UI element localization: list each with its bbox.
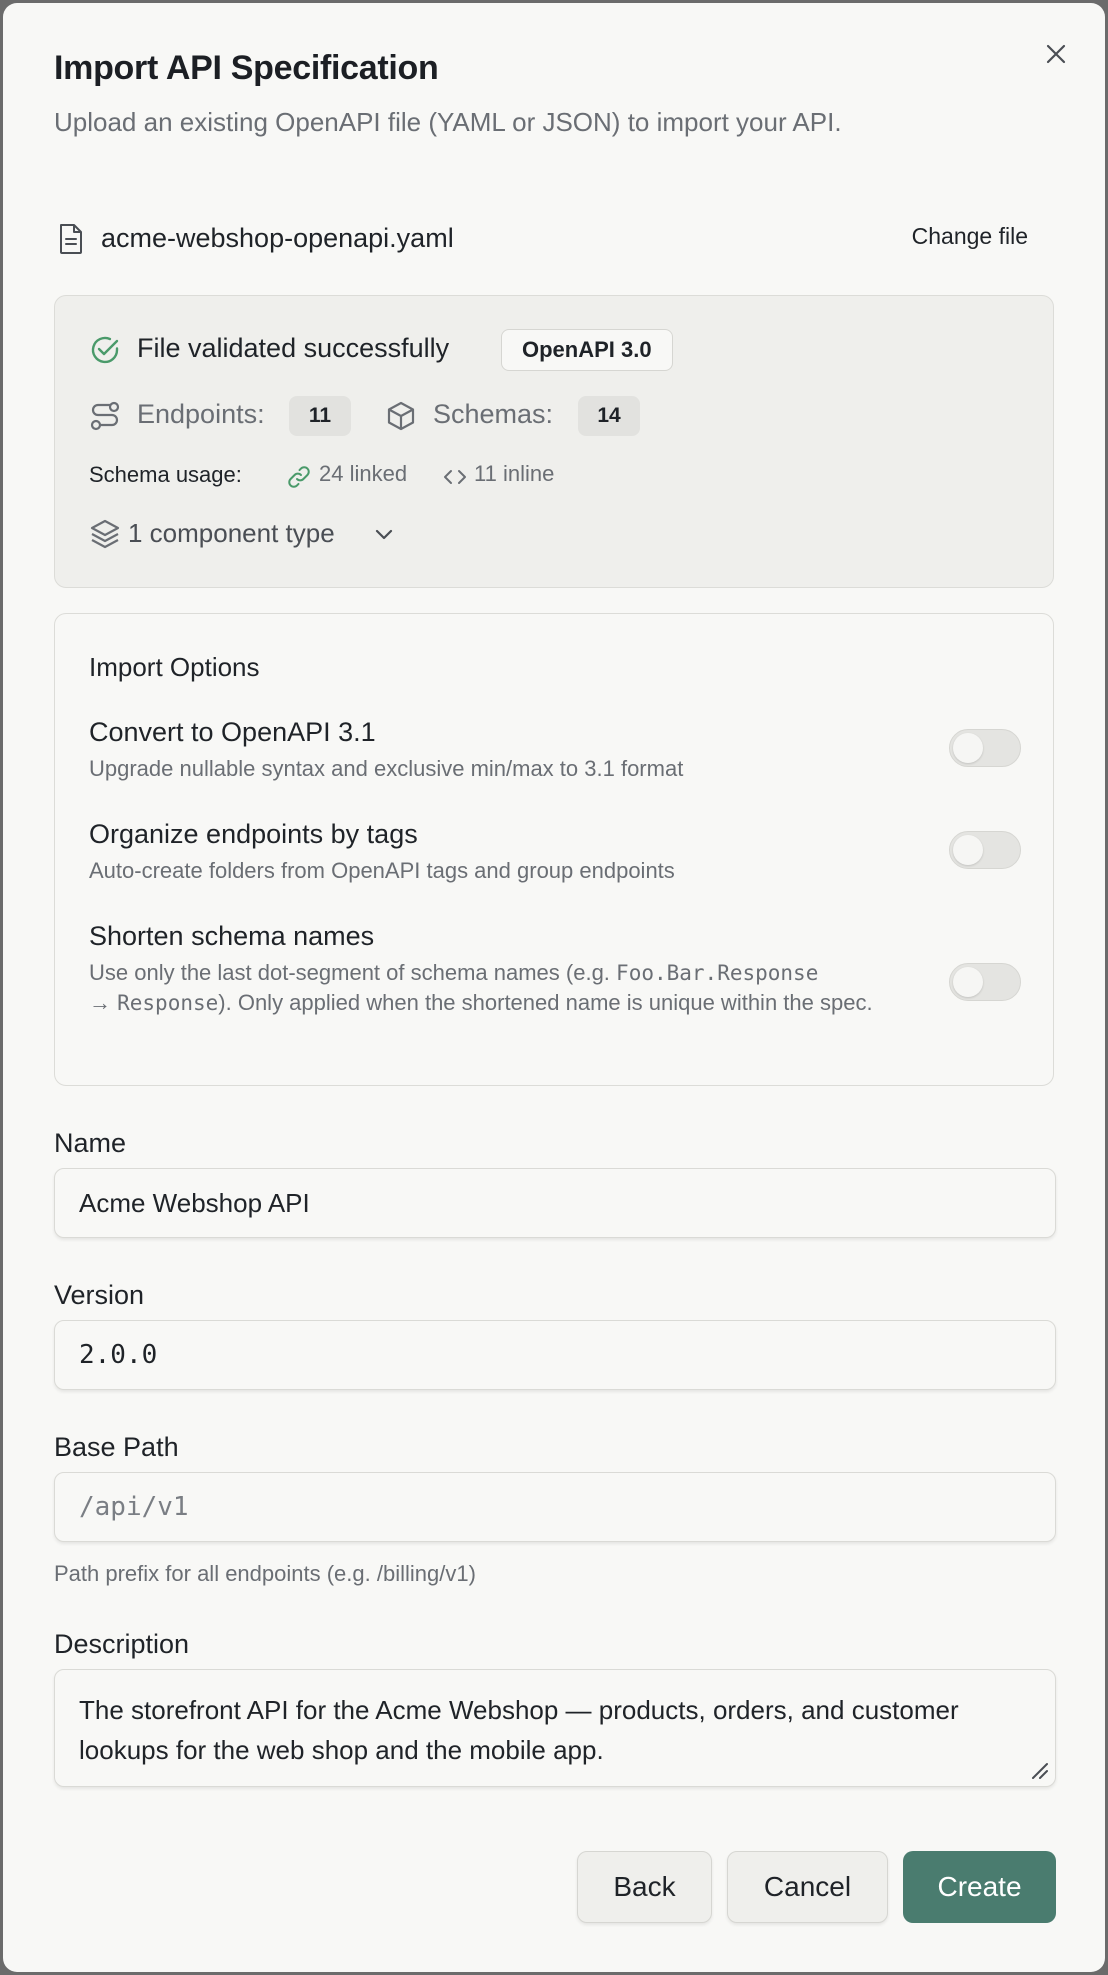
import-options-title: Import Options (89, 652, 260, 682)
endpoints-label: Endpoints: (137, 399, 265, 429)
base-path-label: Base Path (54, 1432, 179, 1462)
option-convert-31-toggle[interactable] (949, 729, 1021, 767)
link-icon (288, 466, 310, 488)
version-label: Version (54, 1280, 145, 1310)
option-organize-tags-label: Organize endpoints by tags (89, 819, 418, 849)
check-circle-icon (91, 336, 119, 364)
base-path-help: Path prefix for all endpoints (e.g. /bil… (54, 1561, 476, 1586)
box-icon (387, 401, 415, 431)
name-label: Name (54, 1128, 127, 1158)
validation-summary-card: File validated successfully OpenAPI 3.0 … (54, 295, 1054, 588)
inline-count: 11 inline (474, 461, 555, 486)
close-button[interactable] (1039, 37, 1073, 71)
base-path-input[interactable] (54, 1472, 1056, 1542)
version-input[interactable] (54, 1320, 1056, 1390)
option-shorten-names-label: Shorten schema names (89, 921, 375, 951)
endpoints-count: 11 (289, 396, 351, 436)
validation-status: File validated successfully (137, 333, 450, 363)
import-options-card: Import Options Convert to OpenAPI 3.1 Up… (54, 613, 1054, 1086)
schema-usage-label: Schema usage: (89, 462, 242, 487)
description-textarea[interactable]: The storefront API for the Acme Webshop … (54, 1669, 1056, 1787)
create-button[interactable]: Create (903, 1851, 1056, 1923)
option-convert-31-description: Upgrade nullable syntax and exclusive mi… (89, 756, 684, 781)
selected-file-row: acme-webshop-openapi.yaml Change file (54, 217, 1044, 261)
option-organize-tags-description: Auto-create folders from OpenAPI tags an… (89, 858, 675, 883)
back-button[interactable]: Back (577, 1851, 712, 1923)
name-input[interactable] (54, 1168, 1056, 1238)
schemas-label: Schemas: (433, 399, 554, 429)
resize-grip-icon[interactable] (1027, 1758, 1049, 1780)
import-dialog: Import API Specification Upload an exist… (3, 3, 1105, 1972)
schemas-count: 14 (578, 396, 640, 436)
description-label: Description (54, 1629, 190, 1659)
close-icon (1046, 44, 1066, 64)
code-icon (444, 470, 466, 484)
spec-version-badge: OpenAPI 3.0 (501, 329, 673, 371)
cancel-button[interactable]: Cancel (727, 1851, 888, 1923)
component-types-toggle[interactable]: 1 component type (128, 518, 335, 549)
dialog-subtitle: Upload an existing OpenAPI file (YAML or… (54, 107, 842, 137)
route-icon (90, 401, 120, 431)
option-convert-31-label: Convert to OpenAPI 3.1 (89, 717, 376, 747)
option-shorten-names-description: Use only the last dot-segment of schema … (89, 960, 873, 1015)
layers-icon (90, 519, 120, 549)
description-text: The storefront API for the Acme Webshop … (79, 1695, 959, 1765)
file-name: acme-webshop-openapi.yaml (101, 223, 454, 253)
option-organize-tags-toggle[interactable] (949, 831, 1021, 869)
file-icon (60, 224, 82, 254)
linked-count: 24 linked (319, 461, 408, 486)
chevron-down-icon[interactable] (373, 524, 395, 546)
dialog-title: Import API Specification (54, 49, 439, 87)
option-shorten-names-toggle[interactable] (949, 963, 1021, 1001)
change-file-button[interactable]: Change file (912, 223, 1028, 250)
